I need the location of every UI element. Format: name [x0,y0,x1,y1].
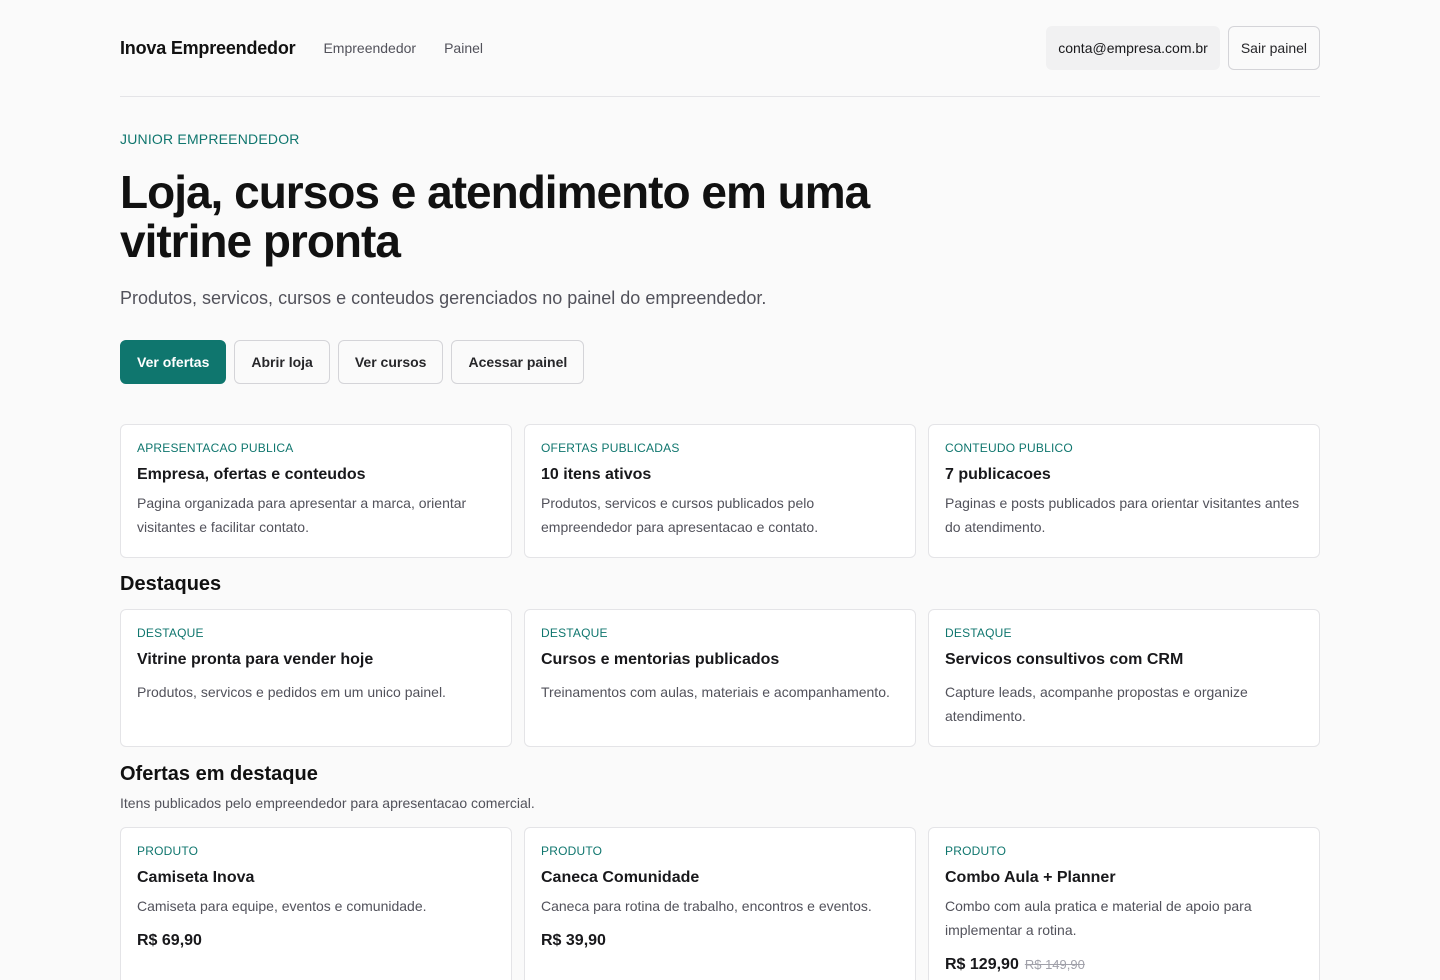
logout-button[interactable]: Sair painel [1227,26,1320,70]
brand-link[interactable]: Inova Empreendedor [120,38,296,59]
view-courses-button[interactable]: Ver cursos [337,340,444,384]
hero-subtitle: Produtos, servicos, cursos e conteudos g… [120,288,767,308]
card-tag: DESTAQUE [945,626,1012,640]
current-price: R$ 129,90 [945,956,1019,973]
hero-section: JUNIOR EMPREENDEDOR Loja, cursos e atend… [120,131,1320,384]
card-text: Capture leads, acompanhe propostas e org… [945,684,1248,724]
offer-price: R$ 39,90 [541,932,899,950]
card-title: 10 itens ativos [541,466,652,483]
hero-title: Loja, cursos e atendimento em uma vitrin… [120,166,870,267]
account-email: conta@empresa.com.br [1046,26,1220,70]
stat-card-public-presentation: APRESENTACAO PUBLICA Empresa, ofertas e … [120,424,512,558]
offer-card[interactable]: PRODUTO Caneca Comunidade Caneca para ro… [524,827,916,980]
highlight-card[interactable]: DESTAQUE Servicos consultivos com CRM Ca… [928,609,1320,747]
card-title: Empresa, ofertas e conteudos [137,466,366,483]
card-title: 7 publicacoes [945,466,1051,483]
card-tag: OFERTAS PUBLICADAS [541,441,680,455]
card-tag: CONTEUDO PUBLICO [945,441,1073,455]
stat-card-public-content: CONTEUDO PUBLICO 7 publicacoes Paginas e… [928,424,1320,558]
card-title: Camiseta Inova [137,869,255,886]
card-text: Pagina organizada para apresentar a marc… [137,495,467,535]
hero-eyebrow: JUNIOR EMPREENDEDOR [120,131,300,147]
offer-price: R$ 129,90 R$ 149,90 [945,956,1303,974]
card-tag: APRESENTACAO PUBLICA [137,441,294,455]
card-tag: DESTAQUE [137,626,204,640]
nav-left: Inova Empreendedor Empreendedor Painel [120,38,511,59]
card-text: Treinamentos com aulas, materiais e acom… [541,684,890,700]
card-text: Produtos, servicos e pedidos em um unico… [137,684,446,700]
nav-link-empreendedor[interactable]: Empreendedor [323,40,416,56]
hero-actions: Ver ofertas Abrir loja Ver cursos Acessa… [120,340,1320,384]
offer-price: R$ 69,90 [137,932,495,950]
card-text: Camiseta para equipe, eventos e comunida… [137,898,427,914]
card-text: Caneca para rotina de trabalho, encontro… [541,898,872,914]
offers-heading: Ofertas em destaque [120,763,318,785]
card-text: Paginas e posts publicados para orientar… [945,495,1300,535]
card-title: Servicos consultivos com CRM [945,651,1184,668]
open-store-button[interactable]: Abrir loja [234,340,330,384]
offers-cards: PRODUTO Camiseta Inova Camiseta para equ… [120,827,1320,980]
view-offers-button[interactable]: Ver ofertas [120,340,227,384]
offers-subtitle: Itens publicados pelo empreendedor para … [120,795,535,811]
highlight-card[interactable]: DESTAQUE Vitrine pronta para vender hoje… [120,609,512,747]
access-panel-button[interactable]: Acessar painel [451,340,585,384]
nav-link-painel[interactable]: Painel [444,40,483,56]
card-title: Cursos e mentorias publicados [541,651,780,668]
card-tag: PRODUTO [945,844,1007,858]
card-tag: PRODUTO [137,844,199,858]
top-navigation: Inova Empreendedor Empreendedor Painel c… [120,0,1320,97]
nav-right: conta@empresa.com.br Sair painel [1046,26,1320,70]
current-price: R$ 69,90 [137,932,202,949]
card-tag: PRODUTO [541,844,603,858]
card-tag: DESTAQUE [541,626,608,640]
stats-cards: APRESENTACAO PUBLICA Empresa, ofertas e … [120,424,1320,558]
offer-card[interactable]: PRODUTO Combo Aula + Planner Combo com a… [928,827,1320,980]
offer-card[interactable]: PRODUTO Camiseta Inova Camiseta para equ… [120,827,512,980]
stat-card-published-offers: OFERTAS PUBLICADAS 10 itens ativos Produ… [524,424,916,558]
card-text: Combo com aula pratica e material de apo… [945,898,1252,938]
card-title: Caneca Comunidade [541,869,700,886]
highlight-card[interactable]: DESTAQUE Cursos e mentorias publicados T… [524,609,916,747]
page: Inova Empreendedor Empreendedor Painel c… [120,0,1320,980]
current-price: R$ 39,90 [541,932,606,949]
card-text: Produtos, servicos e cursos publicados p… [541,495,819,535]
card-title: Vitrine pronta para vender hoje [137,651,374,668]
card-title: Combo Aula + Planner [945,869,1116,886]
highlights-heading: Destaques [120,573,222,595]
old-price: R$ 149,90 [1024,957,1085,972]
highlights-cards: DESTAQUE Vitrine pronta para vender hoje… [120,609,1320,747]
